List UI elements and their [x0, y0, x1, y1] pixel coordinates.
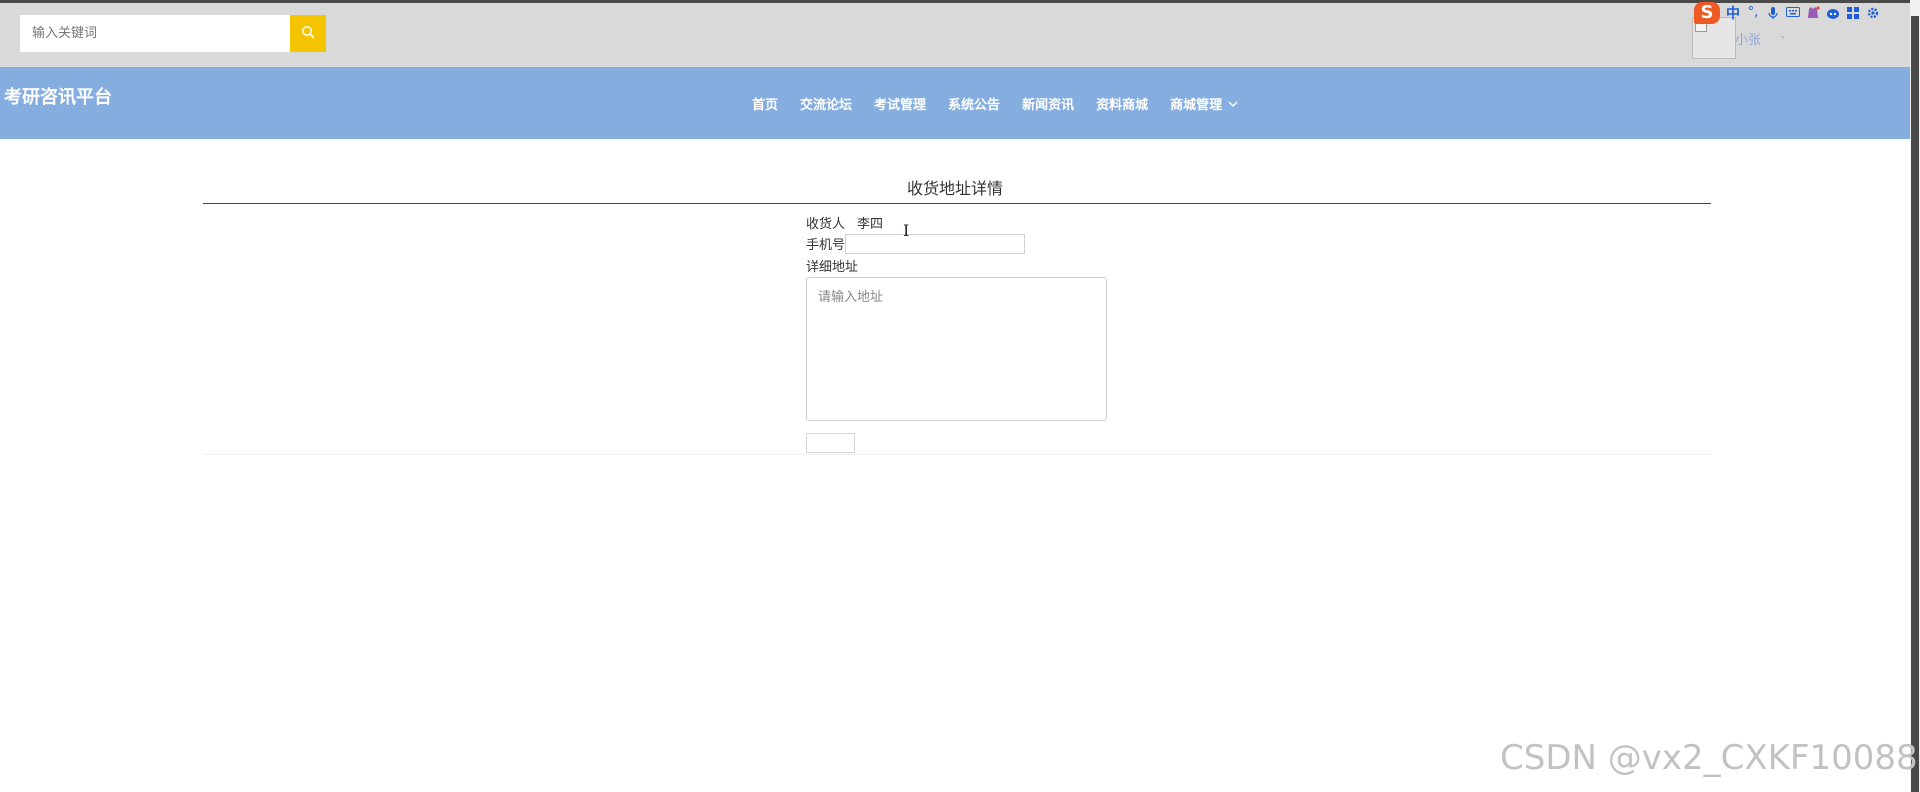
search-button[interactable] — [290, 15, 326, 52]
divider — [203, 203, 1711, 204]
receiver-value: 李四 — [857, 217, 884, 232]
divider — [203, 454, 1711, 455]
skin-icon[interactable] — [1806, 6, 1820, 20]
site-brand[interactable]: 考研咨讯平台 — [4, 83, 112, 109]
scrollbar-thumb[interactable] — [1911, 16, 1919, 792]
settings-icon[interactable] — [1866, 6, 1880, 20]
main-navbar: 考研咨讯平台 首页 交流论坛 考试管理 系统公告 新闻资讯 资料商城 商城管理 — [0, 67, 1910, 139]
phone-field[interactable] — [845, 233, 1026, 254]
nav-item-news[interactable]: 新闻资讯 — [1022, 94, 1074, 113]
mic-icon[interactable] — [1766, 6, 1780, 20]
receiver-label: 收货人 — [806, 217, 846, 232]
search-box — [20, 15, 326, 52]
nav-item-shop-manage[interactable]: 商城管理 — [1170, 94, 1238, 113]
top-bar: 小张 ⌄ — [0, 0, 1920, 67]
address-form: 收货人 李四 手机号 详细地址 — [806, 214, 1107, 453]
user-name[interactable]: 小张 — [1735, 29, 1761, 48]
apps-icon[interactable] — [1846, 6, 1860, 20]
nav-item-shop[interactable]: 资料商城 — [1096, 94, 1148, 113]
scrollbar[interactable] — [1910, 0, 1920, 792]
ime-toolbar: S 中 °, — [1692, 0, 1920, 26]
robot-icon[interactable] — [1826, 6, 1840, 20]
receiver-row: 收货人 李四 — [806, 214, 1107, 232]
sogou-logo-icon[interactable]: S — [1694, 2, 1720, 24]
nav-item-forum[interactable]: 交流论坛 — [800, 94, 852, 113]
address-textarea[interactable] — [806, 277, 1107, 421]
phone-row: 手机号 — [806, 233, 1107, 254]
chevron-down-icon — [1228, 100, 1238, 111]
address-label: 详细地址 — [806, 260, 859, 275]
nav-item-home[interactable]: 首页 — [752, 94, 778, 113]
phone-label: 手机号 — [806, 238, 846, 253]
nav-menu: 首页 交流论坛 考试管理 系统公告 新闻资讯 资料商城 商城管理 — [752, 67, 1260, 139]
search-input[interactable] — [20, 15, 290, 52]
ime-language-toggle[interactable]: 中 — [1726, 3, 1740, 23]
nav-item-announcement[interactable]: 系统公告 — [948, 94, 1000, 113]
nav-item-exam[interactable]: 考试管理 — [874, 94, 926, 113]
submit-button[interactable] — [806, 433, 855, 453]
page-title: 收货地址详情 — [906, 179, 1003, 198]
punctuation-icon[interactable]: °, — [1746, 6, 1760, 20]
user-menu-caret-icon[interactable]: ⌄ — [1779, 31, 1787, 41]
search-icon — [301, 24, 315, 43]
nav-item-label: 商城管理 — [1170, 97, 1223, 113]
keyboard-icon[interactable] — [1786, 6, 1800, 20]
watermark: CSDN @vx2_CXKF10088 — [1500, 738, 1918, 778]
text-cursor-icon: I — [903, 221, 910, 240]
